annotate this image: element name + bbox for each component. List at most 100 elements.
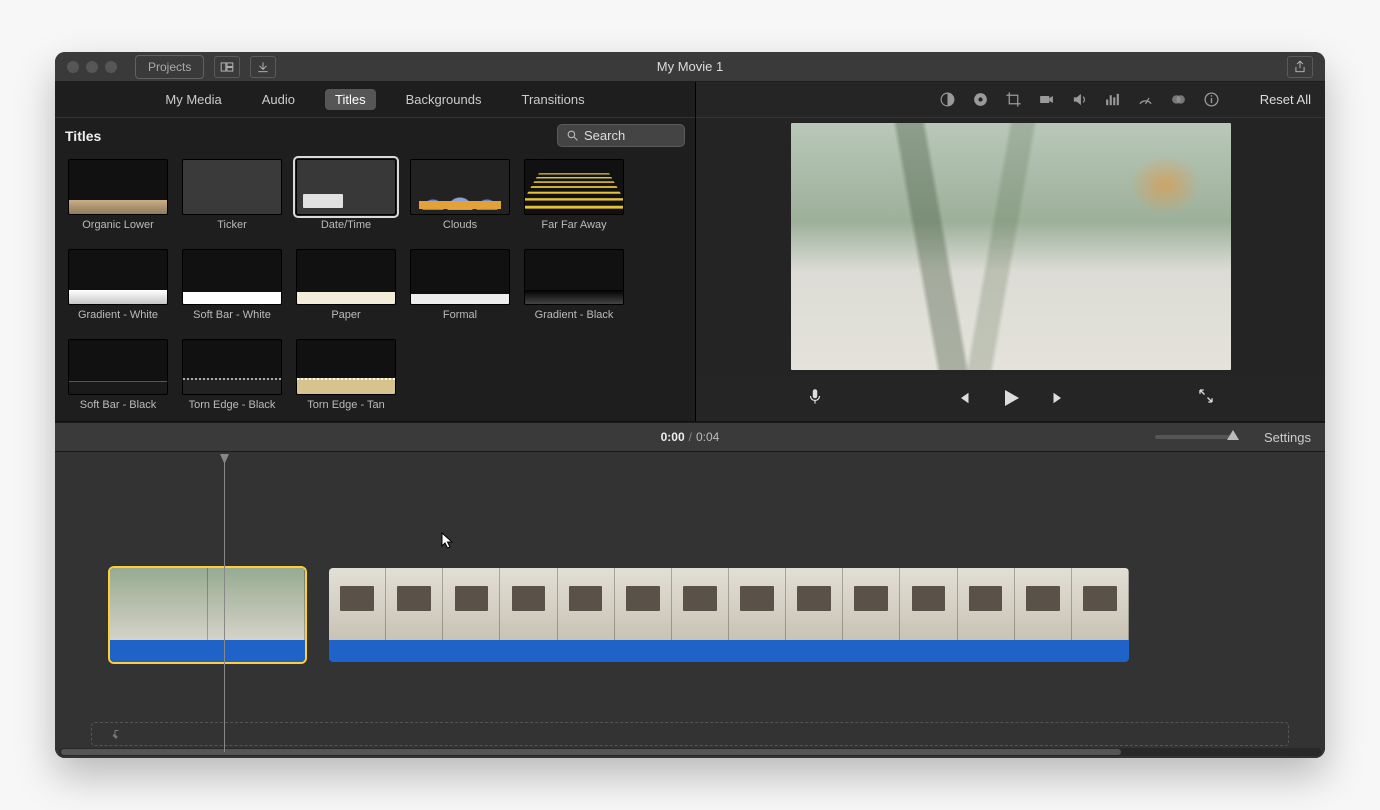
minimize-window-icon[interactable] [86, 61, 98, 73]
title-thumbnail [296, 159, 396, 215]
title-thumbnail [524, 159, 624, 215]
speaker-icon[interactable] [1071, 91, 1088, 108]
title-label: Far Far Away [541, 219, 606, 231]
title-thumbnail [410, 159, 510, 215]
close-window-icon[interactable] [67, 61, 79, 73]
title-label: Torn Edge - Tan [307, 399, 384, 411]
adjust-toolbar: Reset All [696, 82, 1325, 118]
title-label: Date/Time [321, 219, 371, 231]
clip-audio-strip [329, 640, 1129, 662]
title-thumbnail [182, 159, 282, 215]
app-window: Projects My Movie 1 My Media Audio Title… [55, 52, 1325, 758]
search-placeholder: Search [584, 128, 625, 143]
overlap-icon[interactable] [1170, 91, 1187, 108]
title-tile[interactable]: Paper [291, 249, 401, 321]
title-label: Torn Edge - Black [189, 399, 276, 411]
title-thumbnail [524, 249, 624, 305]
titles-grid: Organic Lower Ticker Date/Time Clouds Far Fa… [55, 153, 695, 419]
search-icon [566, 129, 579, 142]
viewer-panel: Reset All [696, 82, 1325, 421]
title-tile[interactable]: Torn Edge - Black [177, 339, 287, 411]
browser-tabs: My Media Audio Titles Backgrounds Transi… [55, 82, 695, 118]
title-thumbnail [182, 249, 282, 305]
tab-transitions[interactable]: Transitions [511, 89, 594, 110]
title-thumbnail [410, 249, 510, 305]
timeline-clip[interactable] [329, 568, 1129, 662]
music-note-icon [110, 728, 122, 740]
title-label: Gradient - White [78, 309, 158, 321]
color-wheel-icon[interactable] [972, 91, 989, 108]
time-separator: / [689, 430, 692, 444]
preview-frame [791, 123, 1231, 370]
title-label: Ticker [217, 219, 247, 231]
tab-titles[interactable]: Titles [325, 89, 376, 110]
title-label: Formal [443, 309, 477, 321]
title-label: Clouds [443, 219, 477, 231]
title-tile[interactable]: Soft Bar - White [177, 249, 287, 321]
zoom-slider[interactable] [1155, 435, 1233, 439]
timeline[interactable] [55, 452, 1325, 758]
playback-controls [696, 375, 1325, 421]
tab-audio[interactable]: Audio [252, 89, 305, 110]
title-tile[interactable]: Organic Lower [63, 159, 173, 231]
title-thumbnail [182, 339, 282, 395]
clip-audio-strip [110, 640, 305, 662]
title-thumbnail [68, 159, 168, 215]
browser-subheader: Titles Search [55, 118, 695, 153]
title-tile[interactable]: Gradient - White [63, 249, 173, 321]
preview-viewer[interactable] [696, 118, 1325, 375]
voiceover-button[interactable] [806, 387, 824, 410]
time-total: 0:04 [696, 430, 719, 444]
browser-panel: My Media Audio Titles Backgrounds Transi… [55, 82, 696, 421]
time-current: 0:00 [661, 430, 685, 444]
title-thumbnail [68, 249, 168, 305]
title-label: Paper [331, 309, 360, 321]
tab-backgrounds[interactable]: Backgrounds [396, 89, 492, 110]
title-tile[interactable]: Clouds [405, 159, 515, 231]
fullscreen-button[interactable] [1197, 387, 1215, 410]
share-button[interactable] [1287, 56, 1313, 78]
crop-icon[interactable] [1005, 91, 1022, 108]
title-tile[interactable]: Torn Edge - Tan [291, 339, 401, 411]
projects-button[interactable]: Projects [135, 55, 204, 79]
next-button[interactable] [1049, 389, 1067, 407]
timeline-header: 0:00 / 0:04 Settings [55, 422, 1325, 452]
title-tile[interactable]: Formal [405, 249, 515, 321]
camera-icon[interactable] [1038, 91, 1055, 108]
timeline-scrollbar[interactable] [59, 748, 1321, 756]
previous-button[interactable] [955, 389, 973, 407]
section-label: Titles [65, 128, 101, 144]
info-icon[interactable] [1203, 91, 1220, 108]
title-tile[interactable]: Far Far Away [519, 159, 629, 231]
import-button[interactable] [250, 56, 276, 78]
traffic-lights [67, 61, 117, 73]
title-thumbnail [296, 249, 396, 305]
equalizer-icon[interactable] [1104, 91, 1121, 108]
contrast-icon[interactable] [939, 91, 956, 108]
upper-panels: My Media Audio Titles Backgrounds Transi… [55, 82, 1325, 422]
tab-my-media[interactable]: My Media [155, 89, 231, 110]
title-tile[interactable]: Ticker [177, 159, 287, 231]
title-tile[interactable]: Gradient - Black [519, 249, 629, 321]
title-thumbnail [68, 339, 168, 395]
title-tile[interactable]: Date/Time [291, 159, 401, 231]
title-label: Organic Lower [82, 219, 154, 231]
audio-track[interactable] [91, 722, 1289, 746]
title-tile[interactable]: Soft Bar - Black [63, 339, 173, 411]
playhead[interactable] [224, 454, 225, 752]
play-button[interactable] [999, 386, 1023, 410]
title-label: Soft Bar - White [193, 309, 271, 321]
speedometer-icon[interactable] [1137, 91, 1154, 108]
timeline-clip[interactable] [110, 568, 305, 662]
library-view-button[interactable] [214, 56, 240, 78]
search-input[interactable]: Search [557, 124, 685, 147]
settings-button[interactable]: Settings [1264, 430, 1311, 445]
reset-all-button[interactable]: Reset All [1260, 92, 1311, 107]
title-label: Gradient - Black [535, 309, 614, 321]
zoom-window-icon[interactable] [105, 61, 117, 73]
video-track [110, 568, 1270, 664]
title-thumbnail [296, 339, 396, 395]
adjust-tools [939, 91, 1220, 108]
titlebar: Projects My Movie 1 [55, 52, 1325, 82]
title-label: Soft Bar - Black [80, 399, 156, 411]
